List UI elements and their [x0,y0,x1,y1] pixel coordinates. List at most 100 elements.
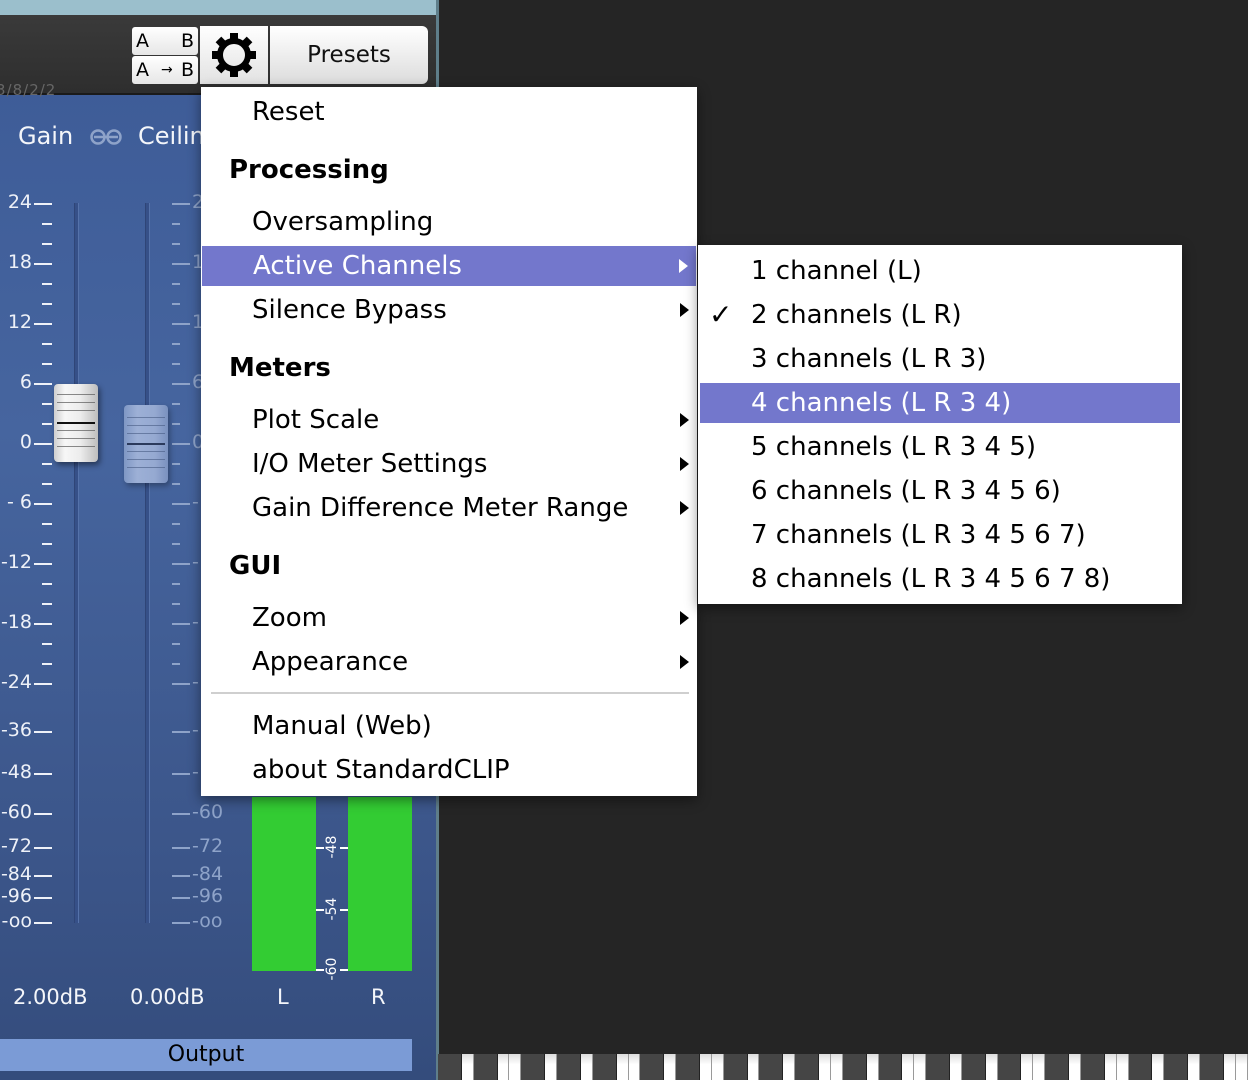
piano-key[interactable] [878,1054,903,1080]
gain-scale-minor-tick [42,423,52,425]
piano-key[interactable] [664,1054,677,1080]
piano-key[interactable] [592,1054,617,1080]
gain-scale-tick [34,922,52,924]
menu-item-label: Active Channels [253,251,462,281]
menu-section-gui: GUI [201,546,697,586]
ceiling-value[interactable]: 0.00dB [130,985,205,1009]
submenu-item-8-channels[interactable]: 8 channels (L R 3 4 5 6 7 8) [698,559,1182,599]
piano-key[interactable] [795,1054,819,1080]
ab-b-label: B [180,30,194,52]
ab-copy-button[interactable]: A → B [132,56,198,84]
gain-value[interactable]: 2.00dB [13,985,88,1009]
menu-item-i-o-meter-settings[interactable]: I/O Meter Settings [201,444,697,484]
piano-key[interactable] [461,1054,474,1080]
menu-item-label: Manual (Web) [252,711,432,741]
piano-key[interactable] [676,1054,700,1080]
piano-key[interactable] [1033,1054,1046,1080]
submenu-item-5-channels[interactable]: 5 channels (L R 3 4 5) [698,427,1182,467]
menu-item-zoom[interactable]: Zoom [201,598,697,638]
submenu-arrow-icon [680,457,689,471]
submenu-item-1-channels[interactable]: 1 channel (L) [698,251,1182,291]
piano-key[interactable] [1021,1054,1034,1080]
gain-scale-label: 18 [7,251,32,273]
settings-button[interactable] [200,26,268,84]
piano-key[interactable] [926,1054,950,1080]
piano-key[interactable] [497,1054,510,1080]
piano-key[interactable] [628,1054,641,1080]
ceiling-fader-handle[interactable] [124,405,168,483]
menu-item-gain-difference-meter-range[interactable]: Gain Difference Meter Range [201,488,697,528]
gain-scale-tick [34,773,52,775]
piano-key[interactable] [580,1054,593,1080]
piano-key[interactable] [438,1054,462,1080]
link-icon[interactable] [88,128,124,146]
gear-icon [212,33,256,77]
gain-scale-tick [34,897,52,899]
piano-key[interactable] [1045,1054,1070,1080]
piano-key[interactable] [1164,1054,1189,1080]
meter-scale-tick [316,909,324,911]
ceiling-scale-label: -oo [192,910,223,932]
ceiling-scale-tick [172,847,190,849]
piano-key[interactable] [640,1054,665,1080]
piano-key[interactable] [1235,1054,1248,1080]
piano-key[interactable] [985,1054,998,1080]
piano-key[interactable] [997,1054,1022,1080]
gain-scale-minor-tick [42,303,52,305]
piano-key[interactable] [521,1054,546,1080]
piano-key[interactable] [1069,1054,1081,1080]
submenu-item-4-channels[interactable]: 4 channels (L R 3 4) [700,383,1180,423]
menu-item-oversampling[interactable]: Oversampling [201,202,697,242]
piano-key[interactable] [830,1054,843,1080]
piano-key[interactable] [1080,1054,1105,1080]
piano-key[interactable] [699,1054,712,1080]
piano-key[interactable] [866,1054,879,1080]
submenu-item-6-channels[interactable]: 6 channels (L R 3 4 5 6) [698,471,1182,511]
submenu-item-2-channels[interactable]: ✓ 2 channels (L R) [698,295,1182,335]
gain-fader-track[interactable] [74,203,79,923]
piano-key[interactable] [842,1054,867,1080]
menu-separator [211,692,689,694]
submenu-item-7-channels[interactable]: 7 channels (L R 3 4 5 6 7) [698,515,1182,555]
piano-key[interactable] [949,1054,962,1080]
menu-item-reset[interactable]: Reset [201,92,697,132]
piano-key[interactable] [783,1054,796,1080]
menu-item-silence-bypass[interactable]: Silence Bypass [201,290,697,330]
piano-key[interactable] [1116,1054,1129,1080]
piano-keyboard[interactable] [438,1054,1248,1080]
ceiling-fader-track[interactable] [145,203,150,923]
menu-item-active-channels[interactable]: Active Channels [202,246,696,286]
piano-key[interactable] [1188,1054,1200,1080]
piano-key[interactable] [819,1054,831,1080]
piano-key[interactable] [1104,1054,1117,1080]
piano-key[interactable] [473,1054,498,1080]
settings-menu: Reset Processing Oversampling Active Channe… [201,87,697,796]
menu-item-manual-web[interactable]: Manual (Web) [201,706,697,746]
piano-key[interactable] [557,1054,581,1080]
ceiling-scale-tick [172,383,190,385]
piano-key[interactable] [1128,1054,1153,1080]
piano-key[interactable] [711,1054,724,1080]
menu-item-label: Gain Difference Meter Range [252,493,629,523]
piano-key[interactable] [902,1054,915,1080]
menu-item-about-standardclip[interactable]: about StandardCLIP [201,750,697,790]
piano-key[interactable] [759,1054,784,1080]
piano-key[interactable] [509,1054,522,1080]
menu-item-plot-scale[interactable]: Plot Scale [201,400,697,440]
menu-item-appearance[interactable]: Appearance [201,642,697,682]
presets-button[interactable]: Presets [270,26,428,84]
piano-key[interactable] [961,1054,986,1080]
ab-toggle-button[interactable]: A B [132,27,198,55]
piano-key[interactable] [1223,1054,1236,1080]
piano-key[interactable] [914,1054,927,1080]
gain-fader-handle[interactable] [54,384,98,462]
submenu-item-3-channels[interactable]: 3 channels (L R 3) [698,339,1182,379]
piano-key[interactable] [747,1054,760,1080]
piano-key[interactable] [723,1054,748,1080]
piano-key[interactable] [616,1054,629,1080]
gain-scale-minor-tick [42,603,52,605]
piano-key[interactable] [545,1054,558,1080]
piano-key[interactable] [1200,1054,1224,1080]
piano-key[interactable] [1152,1054,1165,1080]
gain-scale-label: -96 [0,885,32,907]
